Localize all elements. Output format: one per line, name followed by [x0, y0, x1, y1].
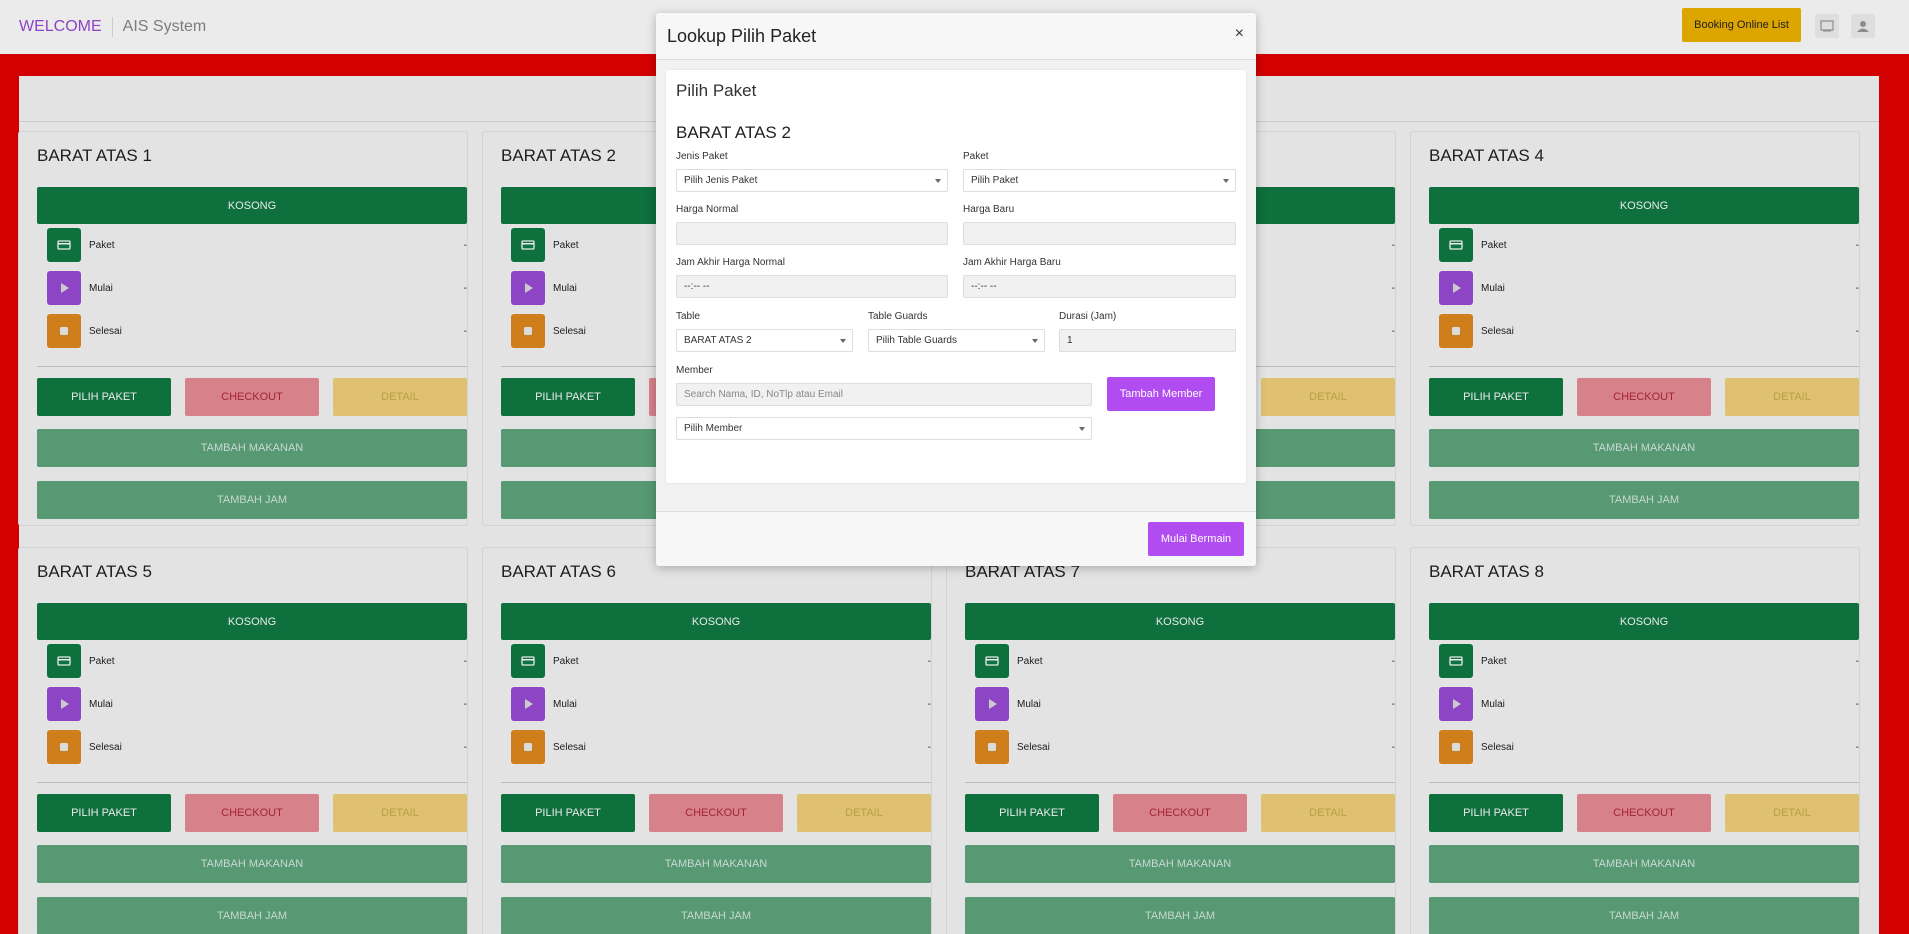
- table-label: Table: [676, 311, 700, 322]
- section-title: BARAT ATAS 2: [676, 123, 791, 142]
- jenis-paket-selected-value: Pilih Jenis Paket: [684, 175, 758, 186]
- modal-title: Lookup Pilih Paket: [667, 26, 817, 46]
- card-title: Pilih Paket: [676, 81, 757, 100]
- member-selected-value: Pilih Member: [684, 423, 743, 434]
- chevron-down-icon: [840, 339, 846, 343]
- paket-selected-value: Pilih Paket: [971, 175, 1019, 186]
- jam-akhir-baru-field[interactable]: --:-- --: [963, 275, 1236, 298]
- harga-baru-field[interactable]: [963, 222, 1236, 245]
- jenis-paket-select[interactable]: Pilih Jenis Paket: [676, 169, 948, 192]
- table-selected-value: BARAT ATAS 2: [684, 335, 752, 346]
- durasi-input[interactable]: 1: [1059, 329, 1236, 352]
- jam-akhir-normal-field[interactable]: --:-- --: [676, 275, 948, 298]
- table-guards-label: Table Guards: [868, 311, 928, 322]
- chevron-down-icon: [935, 179, 941, 183]
- table-guards-selected-value: Pilih Table Guards: [876, 335, 957, 346]
- harga-baru-label: Harga Baru: [963, 204, 1015, 215]
- tambah-member-button[interactable]: Tambah Member: [1107, 377, 1215, 411]
- chevron-down-icon: [1032, 339, 1038, 343]
- paket-select[interactable]: Pilih Paket: [963, 169, 1236, 192]
- table-select[interactable]: BARAT ATAS 2: [676, 329, 853, 352]
- jam-akhir-baru-label: Jam Akhir Harga Baru: [963, 257, 1061, 268]
- jenis-paket-label: Jenis Paket: [676, 151, 728, 162]
- table-guards-select[interactable]: Pilih Table Guards: [868, 329, 1045, 352]
- paket-label: Paket: [963, 151, 989, 162]
- durasi-label: Durasi (Jam): [1059, 311, 1117, 322]
- chevron-down-icon: [1223, 179, 1229, 183]
- jam-akhir-normal-label: Jam Akhir Harga Normal: [676, 257, 785, 268]
- lookup-pilih-paket-modal: Lookup Pilih Paket × Pilih Paket BARAT A…: [656, 13, 1256, 566]
- mulai-bermain-button[interactable]: Mulai Bermain: [1148, 522, 1244, 556]
- close-icon[interactable]: ×: [1235, 25, 1244, 43]
- member-select[interactable]: Pilih Member: [676, 417, 1092, 440]
- harga-normal-field[interactable]: [676, 222, 948, 245]
- member-search-input[interactable]: Search Nama, ID, NoTlp atau Email: [676, 383, 1092, 406]
- member-label: Member: [676, 365, 713, 376]
- chevron-down-icon: [1079, 427, 1085, 431]
- harga-normal-label: Harga Normal: [676, 204, 739, 215]
- modal-header: Lookup Pilih Paket ×: [656, 13, 1256, 60]
